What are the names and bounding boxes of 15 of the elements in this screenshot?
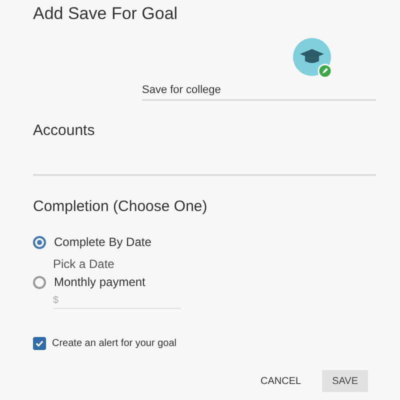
alert-checkbox[interactable] — [33, 337, 46, 350]
dialog-title: Add Save For Goal — [33, 3, 178, 25]
checkbox-label: Create an alert for your goal — [52, 337, 177, 351]
radio-label: Complete By Date — [54, 234, 152, 251]
date-picker-link[interactable]: Pick a Date — [53, 255, 181, 273]
section-heading: Completion (Choose One) — [33, 197, 208, 217]
goal-name-field[interactable]: Save for college — [142, 82, 376, 101]
section-heading: Accounts — [33, 121, 95, 141]
graduation-cap-avatar-icon[interactable] — [293, 38, 333, 78]
radio-button[interactable] — [33, 276, 46, 288]
cancel-button[interactable]: CANCEL — [259, 370, 302, 392]
save-button[interactable]: SAVE — [322, 370, 368, 392]
amount-field[interactable]: $ — [53, 293, 181, 309]
radio-button[interactable] — [33, 236, 46, 248]
radio-label: Monthly payment — [54, 274, 146, 291]
